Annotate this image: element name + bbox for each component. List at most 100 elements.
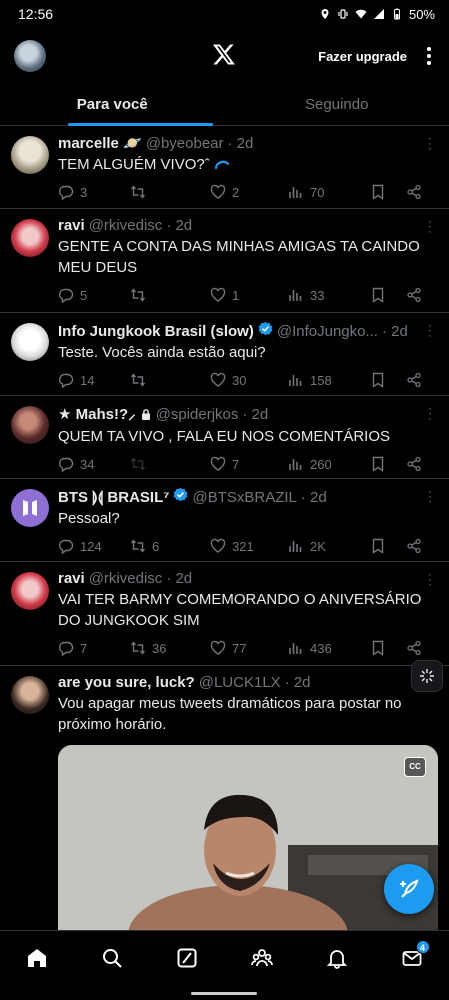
profile-avatar[interactable] — [14, 40, 46, 72]
bookmark-button[interactable] — [370, 372, 406, 388]
tweet[interactable]: · · · BTS ⟭⟬ BRASIL⁷ @BTSxBRAZIL · 2d Pess… — [0, 479, 449, 562]
author-name[interactable]: ravi — [58, 570, 85, 587]
tweet[interactable]: are you sure, luck? @LUCK1LX · 2d Vou ap… — [0, 666, 449, 945]
tweet-more-icon[interactable]: · · · — [427, 485, 433, 507]
share-button[interactable] — [406, 184, 422, 200]
share-button[interactable] — [406, 538, 422, 554]
nav-messages[interactable]: 4 — [392, 938, 432, 978]
avatar[interactable] — [11, 489, 49, 527]
compose-button[interactable] — [384, 864, 434, 914]
tweet-text: VAI TER BARMY COMEMORANDO O ANIVERSÁRIO … — [58, 591, 422, 629]
loading-spinner-icon — [214, 160, 229, 170]
like-icon — [210, 538, 226, 553]
bookmark-icon — [372, 287, 384, 303]
nav-home[interactable] — [17, 938, 57, 978]
bookmark-button[interactable] — [370, 640, 406, 656]
grok-icon — [420, 669, 434, 683]
x-logo-icon — [212, 44, 235, 65]
author-name[interactable]: are you sure, luck? — [58, 674, 195, 691]
retweet-button[interactable] — [130, 287, 210, 303]
author-name[interactable]: BTS ⟭⟬ BRASIL⁷ — [58, 489, 169, 506]
bookmark-button[interactable] — [370, 538, 406, 554]
tweet[interactable]: · · · ★ Mahs!?⸝ @spiderjkos · 2d QUEM TA V… — [0, 396, 449, 479]
views-button[interactable]: 33 — [288, 287, 370, 303]
author-handle[interactable]: @rkivedisc — [89, 570, 163, 587]
reply-button[interactable]: 3 — [58, 184, 130, 200]
avatar[interactable] — [11, 572, 49, 610]
author-handle[interactable]: @InfoJungko... — [277, 323, 378, 340]
tweet-time: · 2d — [166, 570, 193, 587]
nav-search[interactable] — [92, 938, 132, 978]
tweet-header: ravi @rkivedisc · 2d — [58, 217, 414, 234]
like-button[interactable]: 2 — [210, 184, 288, 200]
retweet-button[interactable] — [130, 372, 210, 388]
author-name[interactable]: ★ Mahs!?⸝ — [58, 404, 136, 424]
share-icon — [407, 287, 421, 303]
author-handle[interactable]: @spiderjkos — [156, 406, 239, 423]
tweet-more-icon[interactable]: · · · — [427, 215, 433, 237]
bookmark-button[interactable] — [370, 287, 406, 303]
like-button[interactable]: 77 — [210, 640, 288, 656]
status-icons: 50% — [319, 7, 435, 22]
share-button[interactable] — [406, 372, 422, 388]
avatar[interactable] — [11, 676, 49, 714]
like-button[interactable]: 30 — [210, 372, 288, 388]
author-handle[interactable]: @byeobear — [146, 135, 224, 152]
closed-captions-icon[interactable]: CC — [404, 757, 426, 777]
retweet-button[interactable]: 6 — [130, 538, 210, 554]
share-button[interactable] — [406, 287, 422, 303]
reply-button[interactable]: 7 — [58, 640, 130, 656]
tab-following[interactable]: Seguindo — [225, 84, 449, 125]
tweet-time: · 2d — [227, 135, 254, 152]
bookmark-button[interactable] — [370, 456, 406, 472]
reply-button[interactable]: 14 — [58, 372, 130, 388]
tweet-video[interactable]: CC — [58, 745, 438, 945]
more-options-icon[interactable] — [421, 45, 437, 67]
battery-icon — [393, 8, 400, 20]
tweet[interactable]: · · · Info Jungkook Brasil (slow) @InfoJun… — [0, 313, 449, 396]
nav-notifications[interactable] — [317, 938, 357, 978]
like-button[interactable]: 1 — [210, 287, 288, 303]
tweet[interactable]: · · · marcelle 🪐 @byeobear · 2d TEM ALGUÉM… — [0, 126, 449, 209]
tweet[interactable]: · · · ravi @rkivedisc · 2d GENTE A CONTA D… — [0, 209, 449, 313]
author-name[interactable]: marcelle 🪐 — [58, 134, 142, 152]
share-button[interactable] — [406, 456, 422, 472]
views-button[interactable]: 70 — [288, 184, 370, 200]
reply-button[interactable]: 34 — [58, 456, 130, 472]
nav-communities[interactable] — [242, 938, 282, 978]
grok-button[interactable] — [411, 660, 443, 692]
reply-button[interactable]: 124 — [58, 538, 130, 554]
views-button[interactable]: 260 — [288, 456, 370, 472]
share-icon — [407, 640, 421, 656]
avatar[interactable] — [11, 136, 49, 174]
author-handle[interactable]: @BTSxBRAZIL — [192, 489, 296, 506]
bookmark-button[interactable] — [370, 184, 406, 200]
avatar[interactable] — [11, 219, 49, 257]
share-icon — [407, 184, 421, 200]
like-button[interactable]: 321 — [210, 538, 288, 554]
tweet-more-icon[interactable]: · · · — [427, 132, 433, 154]
upgrade-button[interactable]: Fazer upgrade — [318, 49, 407, 64]
author-name[interactable]: ravi — [58, 217, 85, 234]
retweet-button[interactable]: 36 — [130, 640, 210, 656]
author-handle[interactable]: @rkivedisc — [89, 217, 163, 234]
share-icon — [407, 456, 421, 472]
retweet-button[interactable] — [130, 184, 210, 200]
tweet-more-icon[interactable]: · · · — [427, 568, 433, 590]
avatar[interactable] — [11, 406, 49, 444]
avatar[interactable] — [11, 323, 49, 361]
tweet[interactable]: · · · ravi @rkivedisc · 2d VAI TER BARMY C… — [0, 562, 449, 666]
tab-for-you[interactable]: Para você — [0, 84, 225, 126]
tweet-more-icon[interactable]: · · · — [427, 319, 433, 341]
nav-grok[interactable] — [167, 938, 207, 978]
author-name[interactable]: Info Jungkook Brasil (slow) — [58, 323, 254, 340]
like-button[interactable]: 7 — [210, 456, 288, 472]
views-button[interactable]: 2K — [288, 538, 370, 554]
tweet-more-icon[interactable]: · · · — [427, 402, 433, 424]
reply-button[interactable]: 5 — [58, 287, 130, 303]
views-button[interactable]: 436 — [288, 640, 370, 656]
like-icon — [210, 372, 226, 387]
author-handle[interactable]: @LUCK1LX — [199, 674, 281, 691]
share-button[interactable] — [406, 640, 422, 656]
views-button[interactable]: 158 — [288, 372, 370, 388]
